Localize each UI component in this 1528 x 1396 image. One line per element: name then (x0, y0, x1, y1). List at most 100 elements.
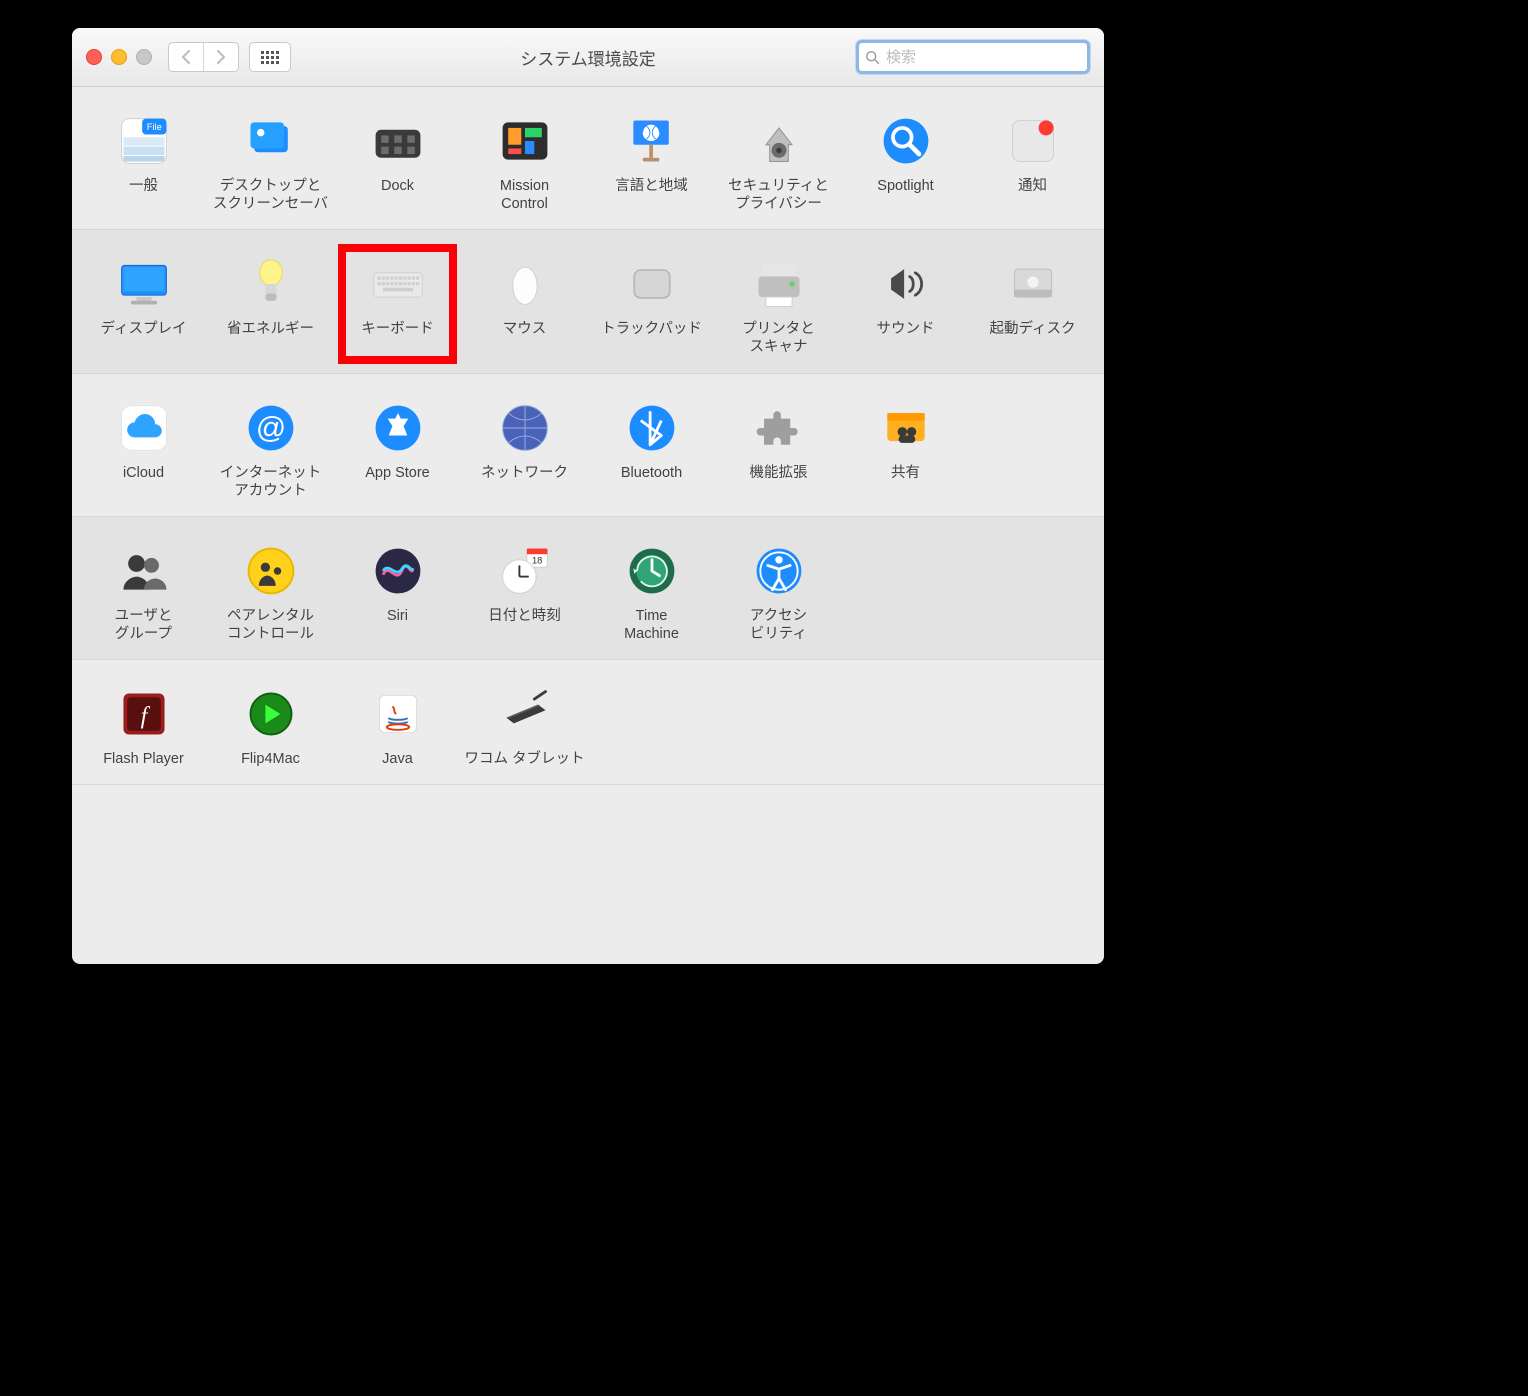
pref-item-label: ネットワーク (481, 464, 568, 482)
pref-item-label: Spotlight (877, 177, 933, 195)
startup-disk-icon (1003, 254, 1063, 314)
pref-item-label: 起動ディスク (990, 320, 1076, 338)
pref-item-flip4mac[interactable]: Flip4Mac (207, 678, 334, 774)
pref-item-security[interactable]: セキュリティと プライバシー (715, 105, 842, 219)
pref-item-label: サウンド (877, 320, 935, 338)
printers-icon (749, 254, 809, 314)
pref-item-label: Flash Player (103, 750, 184, 768)
pref-item-sharing[interactable]: 共有 (842, 392, 969, 506)
sound-icon (876, 254, 936, 314)
pref-item-label: アクセシ ビリティ (750, 607, 807, 643)
pref-item-label: Java (382, 750, 413, 768)
java-icon (368, 684, 428, 744)
pref-item-label: プリンタと スキャナ (742, 320, 815, 356)
chevron-right-icon (216, 50, 226, 64)
pref-item-label: 通知 (1018, 177, 1047, 195)
pref-item-wacom-tablet[interactable]: ワコム タブレット (461, 678, 588, 774)
preferences-window: システム環境設定 File 一般 デスクトップと スクリーンセーバ Dock Missi… (72, 28, 1104, 964)
pref-item-app-store[interactable]: App Store (334, 392, 461, 506)
minimize-button[interactable] (111, 49, 127, 65)
dock-icon (368, 111, 428, 171)
pref-item-displays[interactable]: ディスプレイ (80, 248, 207, 362)
pref-item-parental-controls[interactable]: ペアレンタル コントロール (207, 535, 334, 649)
pref-item-label: キーボード (361, 320, 434, 338)
pref-item-notifications[interactable]: 通知 (969, 105, 1096, 219)
pref-item-java[interactable]: Java (334, 678, 461, 774)
search-field[interactable] (856, 40, 1090, 74)
pref-item-extensions[interactable]: 機能拡張 (715, 392, 842, 506)
pref-item-label: インターネット アカウント (220, 464, 322, 500)
pref-item-desktop[interactable]: デスクトップと スクリーンセーバ (207, 105, 334, 219)
general-icon: File (114, 111, 174, 171)
pref-item-label: 言語と地域 (615, 177, 688, 195)
accessibility-icon (749, 541, 809, 601)
energy-saver-icon (241, 254, 301, 314)
pref-item-trackpad[interactable]: トラックパッド (588, 248, 715, 362)
internet-accounts-icon: @ (241, 398, 301, 458)
pref-row: ユーザと グループペアレンタル コントロール Siri 18 日付と時刻 Time Ma… (80, 535, 1096, 649)
pref-section: ユーザと グループペアレンタル コントロール Siri 18 日付と時刻 Time Ma… (72, 517, 1104, 660)
app-store-icon (368, 398, 428, 458)
pref-item-mouse[interactable]: マウス (461, 248, 588, 362)
pref-row: ディスプレイ 省エネルギーキーボード マウストラックパッドプリンタと スキャナ サウン… (80, 248, 1096, 362)
pref-row: File 一般 デスクトップと スクリーンセーバ Dock Mission Contro… (80, 105, 1096, 219)
pref-section: ディスプレイ 省エネルギーキーボード マウストラックパッドプリンタと スキャナ サウン… (72, 230, 1104, 373)
pref-item-language-region[interactable]: 言語と地域 (588, 105, 715, 219)
grid-icon (261, 51, 279, 64)
network-icon (495, 398, 555, 458)
pref-item-icloud[interactable]: iCloud (80, 392, 207, 506)
pref-item-label: 日付と時刻 (488, 607, 561, 625)
zoom-button[interactable] (136, 49, 152, 65)
svg-text:@: @ (255, 411, 285, 444)
chevron-left-icon (181, 50, 191, 64)
pref-item-label: Time Machine (624, 607, 679, 643)
pref-item-keyboard[interactable]: キーボード (334, 248, 461, 362)
pref-item-users-groups[interactable]: ユーザと グループ (80, 535, 207, 649)
pref-item-dock[interactable]: Dock (334, 105, 461, 219)
pref-item-energy-saver[interactable]: 省エネルギー (207, 248, 334, 362)
titlebar: システム環境設定 (72, 28, 1104, 87)
pref-item-flash-player[interactable]: f Flash Player (80, 678, 207, 774)
pref-item-startup-disk[interactable]: 起動ディスク (969, 248, 1096, 362)
pref-item-accessibility[interactable]: アクセシ ビリティ (715, 535, 842, 649)
displays-icon (114, 254, 174, 314)
pref-item-internet-accounts[interactable]: @ インターネット アカウント (207, 392, 334, 506)
pref-item-label: 共有 (891, 464, 920, 482)
svg-text:18: 18 (531, 555, 541, 565)
pref-item-sound[interactable]: サウンド (842, 248, 969, 362)
pref-item-label: ユーザと グループ (115, 607, 173, 643)
search-input[interactable] (884, 48, 1081, 67)
mouse-icon (495, 254, 555, 314)
pref-item-label: ディスプレイ (101, 320, 187, 338)
pref-item-spotlight[interactable]: Spotlight (842, 105, 969, 219)
flip4mac-icon (241, 684, 301, 744)
forward-button[interactable] (203, 43, 238, 71)
pref-item-general[interactable]: File 一般 (80, 105, 207, 219)
bluetooth-icon (622, 398, 682, 458)
show-all-button[interactable] (249, 42, 291, 72)
keyboard-icon (368, 254, 428, 314)
search-icon (865, 50, 880, 65)
pref-row: f Flash Player Flip4Mac Java ワコム タブレット (80, 678, 1096, 774)
pref-item-label: Flip4Mac (241, 750, 300, 768)
pref-item-time-machine[interactable]: Time Machine (588, 535, 715, 649)
pref-item-date-time[interactable]: 18 日付と時刻 (461, 535, 588, 649)
pref-item-bluetooth[interactable]: Bluetooth (588, 392, 715, 506)
flash-player-icon: f (114, 684, 174, 744)
pref-item-label: App Store (365, 464, 430, 482)
back-button[interactable] (169, 43, 203, 71)
pref-item-label: Dock (381, 177, 414, 195)
pref-item-label: Bluetooth (621, 464, 682, 482)
pref-item-mission-control[interactable]: Mission Control (461, 105, 588, 219)
pref-item-label: 一般 (129, 177, 158, 195)
pref-item-siri[interactable]: Siri (334, 535, 461, 649)
users-groups-icon (114, 541, 174, 601)
date-time-icon: 18 (495, 541, 555, 601)
preferences-grid: File 一般 デスクトップと スクリーンセーバ Dock Mission Contro… (72, 87, 1104, 785)
parental-controls-icon (241, 541, 301, 601)
close-button[interactable] (86, 49, 102, 65)
pref-item-network[interactable]: ネットワーク (461, 392, 588, 506)
pref-item-printers[interactable]: プリンタと スキャナ (715, 248, 842, 362)
pref-item-label: Siri (387, 607, 408, 625)
pref-row: iCloud @ インターネット アカウント App Store ネットワーク Bluet… (80, 392, 1096, 506)
